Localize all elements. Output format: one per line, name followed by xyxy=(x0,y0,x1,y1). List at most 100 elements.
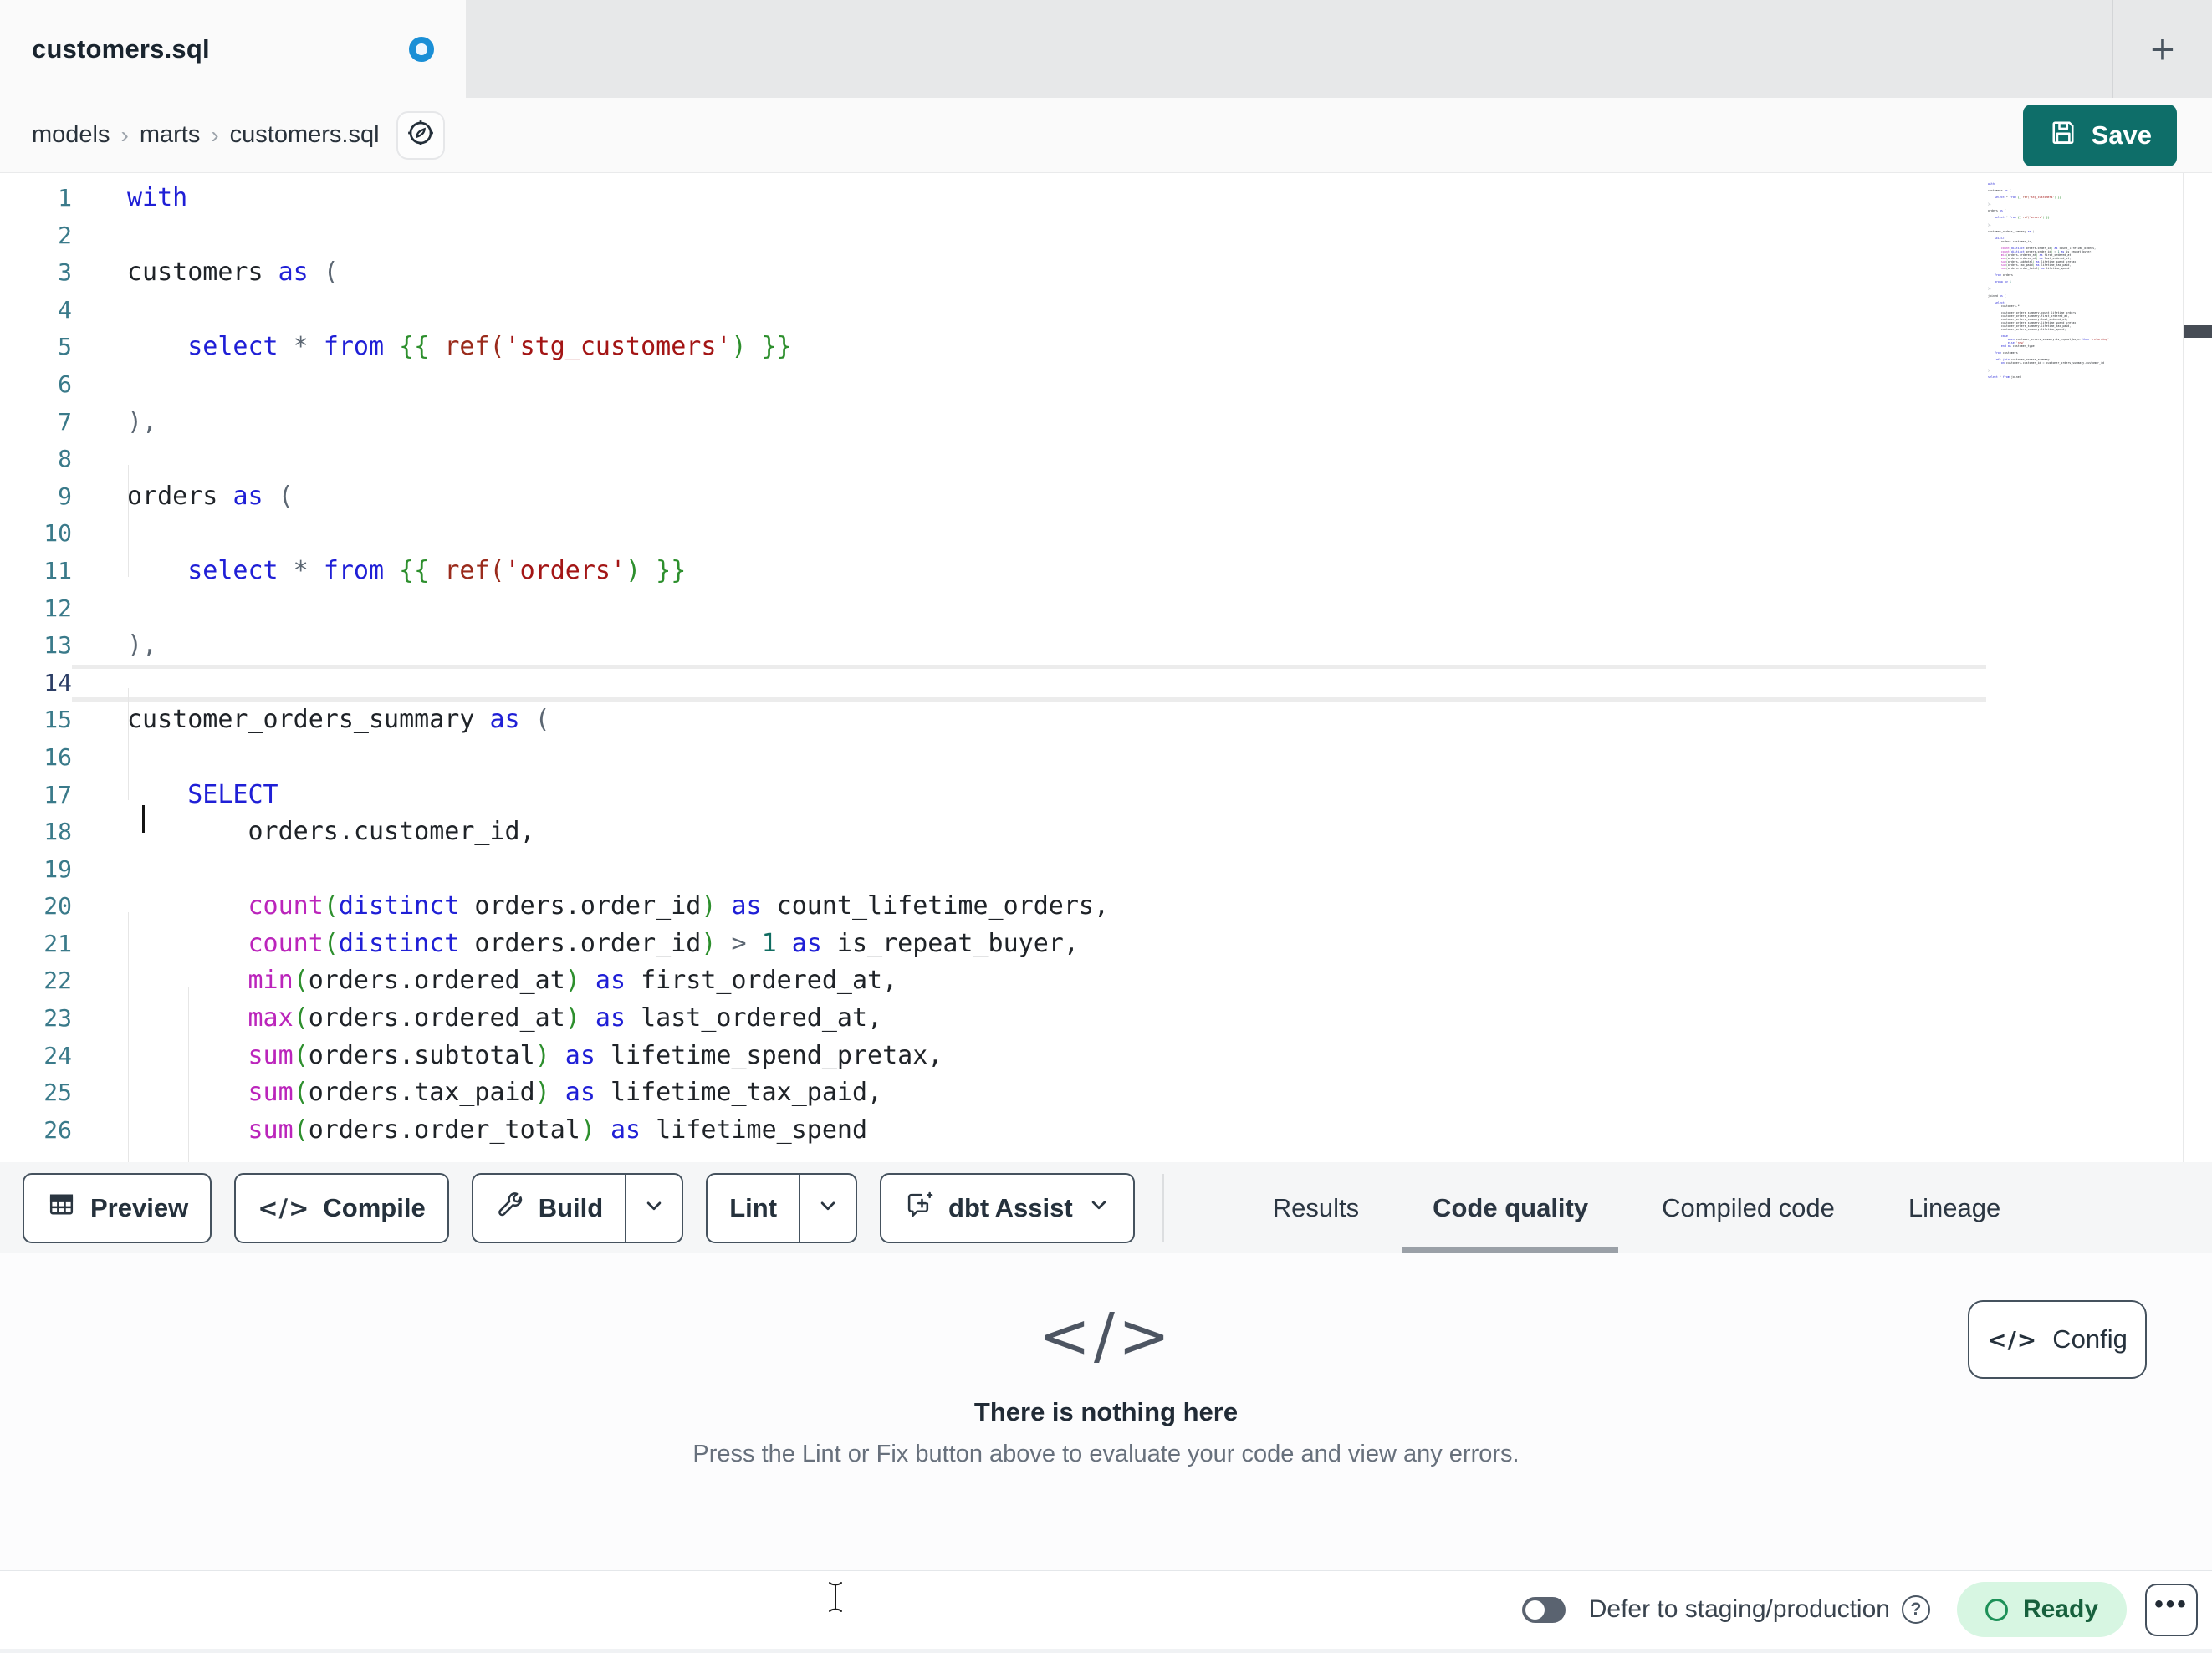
file-tab-title: customers.sql xyxy=(32,33,210,64)
indent-guide xyxy=(188,987,189,1162)
unsaved-changes-dot-icon xyxy=(409,36,434,62)
code-line-25[interactable]: 25 sum(orders.tax_paid) as lifetime_tax_… xyxy=(0,1074,1986,1112)
line-number: 10 xyxy=(43,519,72,548)
new-tab-button[interactable]: + xyxy=(2113,0,2212,98)
code-line-4[interactable]: 4 xyxy=(0,292,1986,329)
config-button[interactable]: </> Config xyxy=(1968,1300,2147,1379)
dbt-assist-label: dbt Assist xyxy=(948,1192,1073,1222)
code-line-24[interactable]: 24 sum(orders.subtotal) as lifetime_spen… xyxy=(0,1038,1986,1075)
code-line-18[interactable]: 18 orders.customer_id, xyxy=(0,814,1986,851)
indent-guide xyxy=(128,688,129,800)
preview-button[interactable]: Preview xyxy=(23,1172,212,1243)
code-line-11[interactable]: 11 select * from {{ ref('orders') }} xyxy=(0,553,1986,590)
code-line-23[interactable]: 23 max(orders.ordered_at) as last_ordere… xyxy=(0,1000,1986,1038)
defer-toggle[interactable] xyxy=(1521,1596,1566,1623)
dbt-assist-icon xyxy=(903,1189,935,1227)
code-line-12[interactable]: 12 xyxy=(0,590,1986,628)
build-label: Build xyxy=(538,1192,604,1222)
code-editor[interactable]: 1 with 2 3 customers as (4 5 select * from {{… xyxy=(0,173,2212,1162)
code-text: select * from {{ ref('orders') }} xyxy=(187,555,687,585)
code-text: sum(orders.tax_paid) as lifetime_tax_pai… xyxy=(248,1078,883,1108)
code-line-20[interactable]: 20 count(distinct orders.order_id) as co… xyxy=(0,888,1986,926)
text-cursor-pointer-icon xyxy=(826,1579,845,1619)
code-line-2[interactable]: 2 xyxy=(0,217,1986,255)
code-icon: </> xyxy=(1987,1325,2038,1354)
save-button[interactable]: Save xyxy=(2022,104,2177,166)
minimap[interactable]: with customers as ( select * from {{ ref(… xyxy=(1988,182,2118,379)
chevron-down-icon xyxy=(1086,1192,1111,1224)
build-dropdown-button[interactable] xyxy=(625,1174,682,1242)
editor-toolbar: Preview </> Compile Build Lint dbt Assist … xyxy=(0,1162,2212,1253)
code-text: customers as ( xyxy=(127,258,339,288)
lint-button[interactable]: Lint xyxy=(706,1172,858,1243)
build-button[interactable]: Build xyxy=(471,1172,684,1243)
code-line-21[interactable]: 21 count(distinct orders.order_id) > 1 a… xyxy=(0,926,1986,963)
line-number: 4 xyxy=(58,295,72,324)
code-line-3[interactable]: 3 customers as ( xyxy=(0,254,1986,292)
breadcrumb-item-models[interactable]: models xyxy=(32,121,110,149)
code-line-8[interactable]: 8 xyxy=(0,441,1986,478)
code-line-17[interactable]: 17 SELECT xyxy=(0,777,1986,814)
dbt-ide-window: customers.sql + models › marts › customers.s… xyxy=(0,0,2212,1653)
line-number: 23 xyxy=(43,1004,72,1033)
breadcrumb-item-customers-sql[interactable]: customers.sql xyxy=(230,121,380,149)
code-line-26[interactable]: 26 sum(orders.order_total) as lifetime_s… xyxy=(0,1112,1986,1150)
code-line-7[interactable]: 7), xyxy=(0,404,1986,441)
text-caret xyxy=(142,805,145,833)
chevron-down-icon xyxy=(641,1193,667,1222)
line-number: 1 xyxy=(58,184,72,212)
save-button-label: Save xyxy=(2091,120,2152,150)
code-text: orders.customer_id, xyxy=(127,817,535,847)
tab-lineage[interactable]: Lineage xyxy=(1872,1162,2037,1253)
code-lines: 1 with 2 3 customers as (4 5 select * from {{… xyxy=(0,173,2212,1149)
code-text xyxy=(72,664,1986,702)
line-number: 22 xyxy=(43,967,72,995)
breadcrumb-separator-icon: › xyxy=(211,121,219,148)
ellipsis-icon: ••• xyxy=(2154,1590,2189,1618)
code-text: sum(orders.subtotal) as lifetime_spend_p… xyxy=(248,1040,943,1070)
preview-label: Preview xyxy=(90,1192,189,1222)
tab-compiled-code[interactable]: Compiled code xyxy=(1625,1162,1872,1253)
code-line-1[interactable]: 1 with xyxy=(0,180,1986,217)
minimap-line: on customers.customer_id = customer_orde… xyxy=(2000,361,2104,365)
ide-status-label: Ready xyxy=(2022,1595,2098,1623)
breadcrumb-item-marts[interactable]: marts xyxy=(140,121,201,149)
code-text: customer_orders_summary as ( xyxy=(127,705,550,735)
editor-scrollbar-track xyxy=(2183,173,2184,1162)
code-line-14[interactable]: 14 xyxy=(0,664,1986,702)
line-number: 18 xyxy=(43,818,72,846)
line-number: 9 xyxy=(58,482,72,510)
breadcrumb-bar: models › marts › customers.sql Save xyxy=(0,98,2212,173)
editor-scrollbar-thumb[interactable] xyxy=(2184,325,2212,338)
file-navigate-button[interactable] xyxy=(396,110,445,160)
preview-icon xyxy=(46,1189,77,1227)
tab-results[interactable]: Results xyxy=(1236,1162,1396,1253)
line-number: 17 xyxy=(43,780,72,809)
compile-button[interactable]: </> Compile xyxy=(234,1172,449,1243)
dbt-assist-button[interactable]: dbt Assist xyxy=(880,1172,1135,1243)
code-line-19[interactable]: 19 xyxy=(0,851,1986,889)
compile-label: Compile xyxy=(323,1192,426,1222)
line-number: 7 xyxy=(58,407,72,436)
code-line-10[interactable]: 10 xyxy=(0,515,1986,553)
line-number: 2 xyxy=(58,221,72,249)
code-line-9[interactable]: 9 orders as ( xyxy=(0,478,1986,516)
code-line-13[interactable]: 13), xyxy=(0,627,1986,665)
tab-code-quality[interactable]: Code quality xyxy=(1396,1162,1625,1253)
ide-status-badge[interactable]: Ready xyxy=(1956,1582,2127,1637)
editor-tab-customers-sql[interactable]: customers.sql xyxy=(0,0,466,98)
code-line-16[interactable]: 16 xyxy=(0,739,1986,777)
empty-state: </> There is nothing here Press the Lint… xyxy=(0,1253,2212,1468)
code-text: sum(orders.order_total) as lifetime_spen… xyxy=(248,1115,868,1145)
more-options-button[interactable]: ••• xyxy=(2145,1583,2198,1636)
lint-dropdown-button[interactable] xyxy=(799,1174,856,1242)
help-icon[interactable]: ? xyxy=(1901,1595,1930,1624)
code-line-15[interactable]: 15 customer_orders_summary as ( xyxy=(0,702,1986,739)
code-text: with xyxy=(127,183,188,212)
code-line-5[interactable]: 5 select * from {{ ref('stg_customers') … xyxy=(0,329,1986,366)
code-line-22[interactable]: 22 min(orders.ordered_at) as first_order… xyxy=(0,962,1986,1000)
code-line-6[interactable]: 6 xyxy=(0,366,1986,404)
